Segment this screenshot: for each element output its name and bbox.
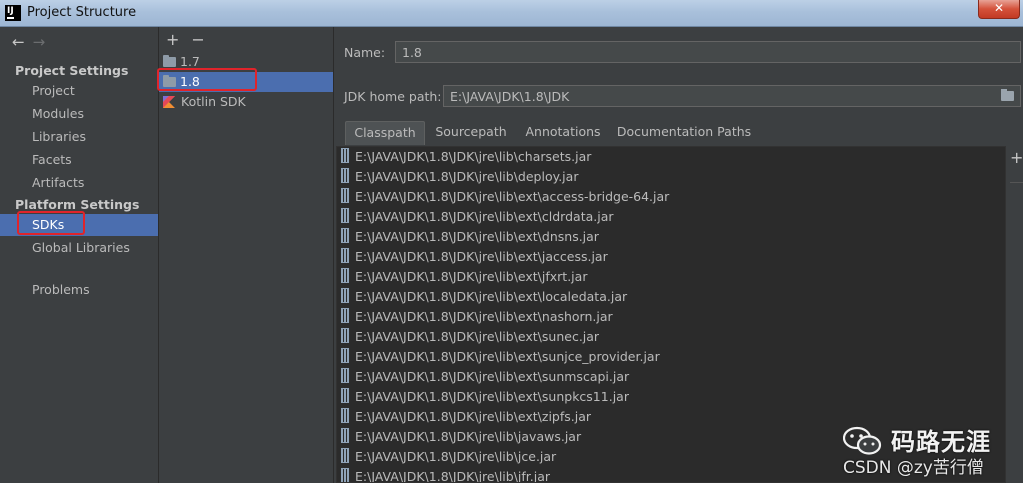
nav-item-libraries[interactable]: Libraries xyxy=(0,126,158,148)
classpath-entry-path: E:\JAVA\JDK\1.8\JDK\jre\lib\deploy.jar xyxy=(355,169,579,184)
tab-classpath[interactable]: Classpath xyxy=(345,121,425,145)
jar-icon xyxy=(341,408,349,423)
classpath-entry[interactable]: E:\JAVA\JDK\1.8\JDK\jre\lib\ext\cldrdata… xyxy=(337,207,1005,227)
history-arrows: ← → xyxy=(12,33,53,51)
sdk-item-kotlin[interactable]: Kotlin SDK xyxy=(159,92,333,112)
nav-item-sdks[interactable]: SDKs xyxy=(0,214,158,236)
jar-icon xyxy=(341,308,349,323)
close-button[interactable]: ✕ xyxy=(978,0,1020,19)
classpath-entry[interactable]: E:\JAVA\JDK\1.8\JDK\jre\lib\ext\nashorn.… xyxy=(337,307,1005,327)
add-sdk-icon[interactable]: + xyxy=(166,30,179,49)
nav-item-project[interactable]: Project xyxy=(0,80,158,102)
jar-icon xyxy=(341,168,349,183)
classpath-entry[interactable]: E:\JAVA\JDK\1.8\JDK\jre\lib\ext\localeda… xyxy=(337,287,1005,307)
folder-icon xyxy=(163,75,176,87)
watermark: 码路无涯 CSDN @zy苦行僧 xyxy=(843,420,1023,483)
classpath-entry-path: E:\JAVA\JDK\1.8\JDK\jre\lib\ext\cldrdata… xyxy=(355,209,614,224)
tab-documentation-paths[interactable]: Documentation Paths xyxy=(616,121,752,145)
classpath-entry-path: E:\JAVA\JDK\1.8\JDK\jre\lib\ext\jaccess.… xyxy=(355,249,608,264)
classpath-entry[interactable]: E:\JAVA\JDK\1.8\JDK\jre\lib\ext\sunmscap… xyxy=(337,367,1005,387)
wechat-icon xyxy=(843,426,882,455)
jar-icon xyxy=(341,388,349,403)
title-bar: IJ Project Structure ✕ xyxy=(0,0,1023,27)
classpath-entry-path: E:\JAVA\JDK\1.8\JDK\jre\lib\ext\access-b… xyxy=(355,189,670,204)
platform-settings-header: Platform Settings xyxy=(15,197,140,212)
jar-icon xyxy=(341,228,349,243)
nav-item-problems[interactable]: Problems xyxy=(0,279,158,301)
classpath-entry-path: E:\JAVA\JDK\1.8\JDK\jre\lib\ext\nashorn.… xyxy=(355,309,613,324)
jar-icon xyxy=(341,368,349,383)
tab-sourcepath[interactable]: Sourcepath xyxy=(430,121,512,145)
sdk-item-1-7[interactable]: 1.7 xyxy=(159,52,333,72)
jar-icon xyxy=(341,448,349,463)
classpath-entry[interactable]: E:\JAVA\JDK\1.8\JDK\jre\lib\ext\dnsns.ja… xyxy=(337,227,1005,247)
kotlin-icon xyxy=(163,96,175,108)
nav-item-modules[interactable]: Modules xyxy=(0,103,158,125)
classpath-entry-path: E:\JAVA\JDK\1.8\JDK\jre\lib\ext\sunmscap… xyxy=(355,369,630,384)
classpath-entry-path: E:\JAVA\JDK\1.8\JDK\jre\lib\ext\zipfs.ja… xyxy=(355,409,592,424)
classpath-entry-path: E:\JAVA\JDK\1.8\JDK\jre\lib\ext\localeda… xyxy=(355,289,628,304)
forward-arrow-icon[interactable]: → xyxy=(33,33,46,51)
tab-annotations[interactable]: Annotations xyxy=(520,121,606,145)
classpath-entry[interactable]: E:\JAVA\JDK\1.8\JDK\jre\lib\ext\sunpkcs1… xyxy=(337,387,1005,407)
jar-icon xyxy=(341,248,349,263)
project-settings-header: Project Settings xyxy=(15,63,129,78)
sdk-toolbar: + − xyxy=(166,30,217,49)
classpath-entry[interactable]: E:\JAVA\JDK\1.8\JDK\jre\lib\ext\jaccess.… xyxy=(337,247,1005,267)
classpath-entry-path: E:\JAVA\JDK\1.8\JDK\jre\lib\ext\sunpkcs1… xyxy=(355,389,629,404)
classpath-entry[interactable]: E:\JAVA\JDK\1.8\JDK\jre\lib\ext\sunec.ja… xyxy=(337,327,1005,347)
sdk-list-panel: + − 1.7 1.8 Kotlin SDK xyxy=(159,27,334,483)
nav-item-facets[interactable]: Facets xyxy=(0,149,158,171)
classpath-entry-path: E:\JAVA\JDK\1.8\JDK\jre\lib\ext\jfxrt.ja… xyxy=(355,269,588,284)
jdk-home-input[interactable]: E:\JAVA\JDK\1.8\JDK xyxy=(443,85,1021,107)
remove-sdk-icon[interactable]: − xyxy=(191,30,204,49)
jar-icon xyxy=(341,188,349,203)
intellij-icon: IJ xyxy=(5,5,21,21)
window-title: Project Structure xyxy=(27,5,137,20)
classpath-entry-path: E:\JAVA\JDK\1.8\JDK\jre\lib\ext\sunec.ja… xyxy=(355,329,600,344)
name-input[interactable]: 1.8 xyxy=(395,41,1021,63)
jar-icon xyxy=(341,148,349,163)
classpath-entry[interactable]: E:\JAVA\JDK\1.8\JDK\jre\lib\ext\access-b… xyxy=(337,187,1005,207)
jar-icon xyxy=(341,468,349,482)
settings-navigation: ← → Project Settings Project Modules Libr… xyxy=(0,27,159,483)
classpath-entry[interactable]: E:\JAVA\JDK\1.8\JDK\jre\lib\ext\jfxrt.ja… xyxy=(337,267,1005,287)
jdk-home-label: JDK home path: xyxy=(344,89,442,104)
browse-folder-icon[interactable] xyxy=(1001,89,1014,101)
watermark-subtitle: CSDN @zy苦行僧 xyxy=(843,458,984,478)
jar-icon xyxy=(341,328,349,343)
nav-item-global-libraries[interactable]: Global Libraries xyxy=(0,237,158,259)
classpath-entry-path: E:\JAVA\JDK\1.8\JDK\jre\lib\ext\dnsns.ja… xyxy=(355,229,599,244)
jar-icon xyxy=(341,348,349,363)
watermark-title: 码路无涯 xyxy=(891,428,991,456)
sdk-item-1-8[interactable]: 1.8 xyxy=(159,72,333,92)
jar-icon xyxy=(341,208,349,223)
toolbar-separator xyxy=(1010,182,1023,183)
classpath-entry[interactable]: E:\JAVA\JDK\1.8\JDK\jre\lib\deploy.jar xyxy=(337,167,1005,187)
name-label: Name: xyxy=(344,45,386,60)
jar-icon xyxy=(341,268,349,283)
jar-icon xyxy=(341,428,349,443)
sdk-tabs: Classpath Sourcepath Annotations Documen… xyxy=(334,121,1023,145)
classpath-entry[interactable]: E:\JAVA\JDK\1.8\JDK\jre\lib\charsets.jar xyxy=(337,147,1005,167)
nav-item-artifacts[interactable]: Artifacts xyxy=(0,172,158,194)
classpath-entry-path: E:\JAVA\JDK\1.8\JDK\jre\lib\jce.jar xyxy=(355,449,557,464)
classpath-entry-path: E:\JAVA\JDK\1.8\JDK\jre\lib\javaws.jar xyxy=(355,429,582,444)
folder-icon xyxy=(163,55,176,67)
classpath-entry-path: E:\JAVA\JDK\1.8\JDK\jre\lib\charsets.jar xyxy=(355,149,592,164)
classpath-entry-path: E:\JAVA\JDK\1.8\JDK\jre\lib\jfr.jar xyxy=(355,469,551,483)
project-structure-window: IJ Project Structure ✕ ← → Project Settin… xyxy=(0,0,1023,483)
sdk-details-panel: Name: 1.8 JDK home path: E:\JAVA\JDK\1.8… xyxy=(334,27,1023,483)
classpath-entry-path: E:\JAVA\JDK\1.8\JDK\jre\lib\ext\sunjce_p… xyxy=(355,349,660,364)
add-classpath-icon[interactable]: + xyxy=(1010,148,1023,167)
classpath-entry[interactable]: E:\JAVA\JDK\1.8\JDK\jre\lib\ext\sunjce_p… xyxy=(337,347,1005,367)
jar-icon xyxy=(341,288,349,303)
back-arrow-icon[interactable]: ← xyxy=(12,33,25,51)
